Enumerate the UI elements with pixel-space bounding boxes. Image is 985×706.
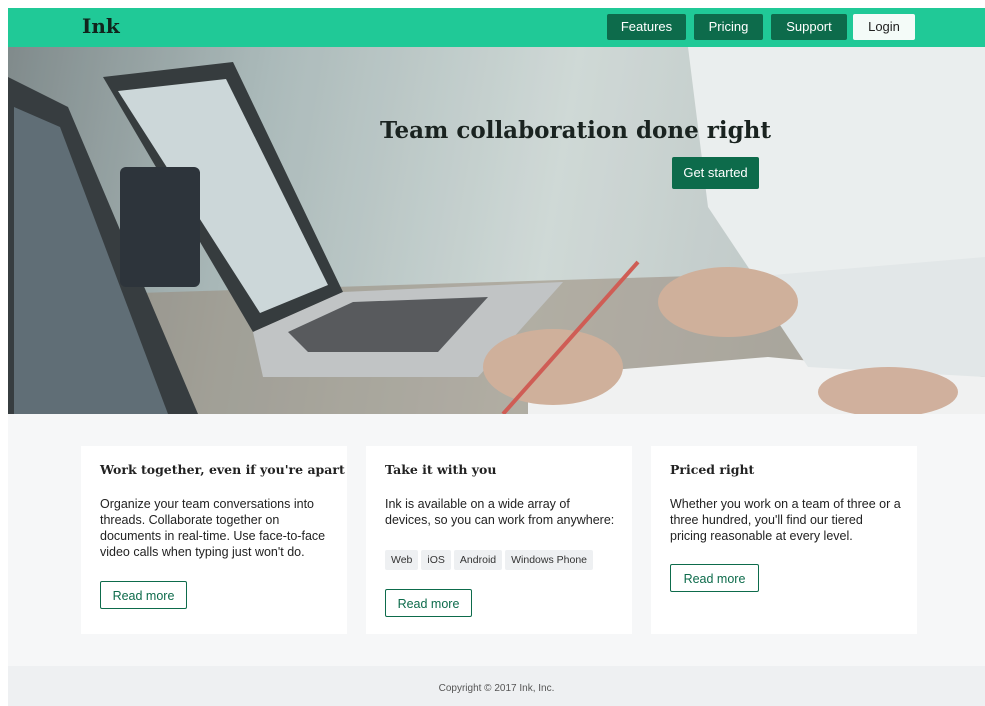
page: Ink Features Pricing Support Login Team … xyxy=(8,8,985,706)
read-more-button[interactable]: Read more xyxy=(670,564,759,592)
nav-pricing-button[interactable]: Pricing xyxy=(694,14,763,40)
feature-card-mobile: Take it with you Ink is available on a w… xyxy=(366,446,632,634)
copyright-text: Copyright © 2017 Ink, Inc. xyxy=(438,683,555,694)
platform-tag-windows-phone: Windows Phone xyxy=(505,550,593,570)
get-started-button[interactable]: Get started xyxy=(672,157,759,189)
feature-card-text: Whether you work on a team of three or a… xyxy=(670,497,901,543)
feature-card-pricing: Priced right Whether you work on a team … xyxy=(651,446,917,634)
nav-login-button[interactable]: Login xyxy=(853,14,915,40)
top-navbar: Ink Features Pricing Support Login xyxy=(8,8,985,47)
hero-background-image xyxy=(8,47,985,414)
feature-card-title: Take it with you xyxy=(385,462,497,477)
platform-tags: Web iOS Android Windows Phone xyxy=(385,550,596,570)
read-more-button[interactable]: Read more xyxy=(100,581,187,609)
platform-tag-android: Android xyxy=(453,550,503,570)
brand-logo[interactable]: Ink xyxy=(82,14,120,38)
feature-card-collaboration: Work together, even if you're apart Orga… xyxy=(81,446,347,634)
hero-section: Team collaboration done right Get starte… xyxy=(8,47,985,414)
feature-card-text: Organize your team conversations into th… xyxy=(100,497,326,559)
platform-tag-web: Web xyxy=(385,550,419,570)
nav-support-button[interactable]: Support xyxy=(771,14,847,40)
platform-tag-ios: iOS xyxy=(421,550,451,570)
nav-features-button[interactable]: Features xyxy=(607,14,686,40)
footer: Copyright © 2017 Ink, Inc. xyxy=(8,666,985,706)
hero-title: Team collaboration done right xyxy=(380,117,772,144)
feature-card-title: Priced right xyxy=(670,462,755,477)
feature-card-title: Work together, even if you're apart xyxy=(100,462,345,477)
features-section: Work together, even if you're apart Orga… xyxy=(8,414,985,666)
read-more-button[interactable]: Read more xyxy=(385,589,472,617)
feature-card-text: Ink is available on a wide array of devi… xyxy=(385,497,615,527)
